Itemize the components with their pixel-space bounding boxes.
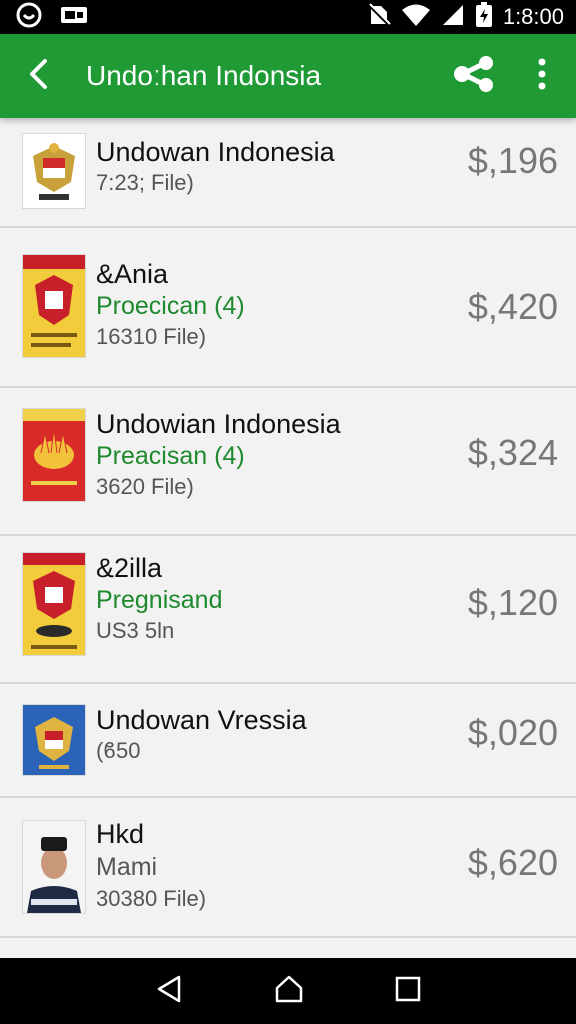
- list-item[interactable]: &Ania Proecican (4) 16310 File) $,420: [0, 228, 576, 388]
- item-thumbnail: [22, 552, 86, 656]
- item-meta: 16310 File): [96, 324, 207, 349]
- item-price: $,196: [467, 140, 558, 181]
- list-item[interactable]: Undowan Indonesia 7:23; File) $,196: [0, 118, 576, 228]
- item-thumbnail: [22, 408, 86, 502]
- item-thumbnail: [22, 133, 86, 209]
- person-photo: [23, 821, 85, 913]
- emblem-image: [23, 409, 85, 501]
- item-subtitle: Pregnisand: [96, 586, 223, 614]
- item-subtitle: Proecican (4): [96, 292, 245, 320]
- item-title: Hkd: [96, 819, 145, 849]
- chevron-left-icon: [27, 58, 49, 95]
- home-icon[interactable]: [274, 974, 304, 1009]
- share-button[interactable]: [444, 34, 504, 118]
- item-subtitle: Preacisan (4): [96, 442, 245, 470]
- item-price: $,420: [467, 286, 558, 327]
- list-item[interactable]: &2illa Pregnisand US3 5ln $,120: [0, 536, 576, 684]
- item-price: $,324: [467, 432, 558, 473]
- item-meta: 30380 File): [96, 886, 207, 911]
- list-item[interactable]: Hkd Mami 30380 File) $,620: [0, 798, 576, 938]
- signal-icon: [441, 3, 465, 32]
- item-title: Undowian Indonesia: [96, 409, 341, 439]
- status-bar: 1:8:00: [0, 0, 576, 34]
- item-meta: 3620 File): [96, 474, 194, 499]
- item-thumbnail: [22, 820, 86, 914]
- more-vert-icon: [537, 58, 547, 95]
- more-options-button[interactable]: [520, 34, 564, 118]
- emblem-image: [23, 705, 85, 775]
- item-list: Undowan Indonesia 7:23; File) $,196 &Ani…: [0, 118, 576, 938]
- app-circle-icon: [16, 2, 42, 33]
- status-time: 1:8:00: [502, 4, 564, 29]
- emblem-image: [23, 134, 85, 208]
- item-meta: 7:23; File): [96, 170, 194, 195]
- item-thumbnail: [22, 704, 86, 776]
- share-icon: [453, 55, 495, 98]
- item-price: $,120: [467, 582, 558, 623]
- back-triangle-icon[interactable]: [155, 974, 183, 1009]
- item-subtitle: Mami: [96, 853, 158, 881]
- list-item[interactable]: Undowian Indonesia Preacisan (4) 3620 Fi…: [0, 388, 576, 536]
- video-icon: [60, 5, 88, 30]
- no-sim-icon: [367, 2, 391, 32]
- wifi-icon: [401, 3, 431, 32]
- battery-icon: [475, 1, 493, 33]
- item-title: &2illa: [96, 553, 163, 583]
- item-meta: (ϐ50: [96, 738, 141, 763]
- system-nav-bar: [0, 958, 576, 1024]
- list-item[interactable]: Undowan Vressia (ϐ50 $,020: [0, 684, 576, 798]
- item-title: &Ania: [96, 259, 169, 289]
- item-title: Undowan Vressia: [96, 705, 307, 735]
- app-bar: Undoːhan Indonsia: [0, 34, 576, 118]
- emblem-image: [23, 553, 85, 655]
- item-price: $,020: [467, 712, 558, 753]
- emblem-image: [23, 255, 85, 357]
- page-title: Undoːhan Indonsia: [86, 60, 322, 91]
- item-meta: US3 5ln: [96, 618, 175, 643]
- recents-square-icon[interactable]: [395, 976, 421, 1007]
- item-title: Undowan Indonesia: [96, 137, 335, 167]
- back-button[interactable]: [0, 34, 76, 118]
- item-price: $,620: [467, 842, 558, 883]
- item-thumbnail: [22, 254, 86, 358]
